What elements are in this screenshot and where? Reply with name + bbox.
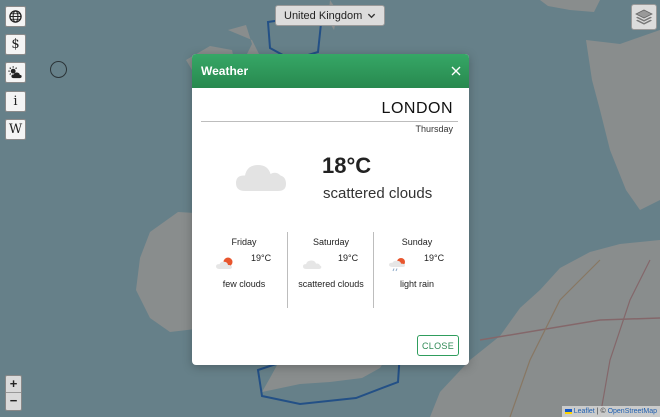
globe-icon xyxy=(9,10,22,23)
modal-header: Weather xyxy=(192,54,469,88)
leaflet-link[interactable]: Leaflet xyxy=(574,408,595,415)
forecast-description: light rain xyxy=(399,279,435,289)
layers-control[interactable] xyxy=(631,4,657,30)
attribution-separator: | © xyxy=(594,408,608,415)
country-select-value: United Kingdom xyxy=(284,9,363,22)
forecast-day: Sunday 19°C light rain xyxy=(373,232,459,308)
today-temperature: 18°C xyxy=(322,153,372,178)
forecast-temperature: 19°C xyxy=(251,253,272,263)
dollar-icon: $ xyxy=(11,37,20,52)
forecast-day-name: Friday xyxy=(231,237,257,247)
currency-button[interactable]: $ xyxy=(5,34,26,55)
zoom-out-button[interactable]: − xyxy=(6,393,21,410)
forecast-temperature: 19°C xyxy=(424,253,445,263)
forecast-day-name: Saturday xyxy=(312,237,350,247)
openstreetmap-link[interactable]: OpenStreetMap xyxy=(608,408,657,415)
forecast-day-name: Sunday xyxy=(401,237,433,247)
wikipedia-button[interactable]: W xyxy=(5,119,26,140)
ukraine-flag-icon xyxy=(564,408,572,414)
info-icon: i xyxy=(13,94,18,109)
zoom-in-button[interactable]: + xyxy=(6,376,21,393)
wikipedia-icon: W xyxy=(8,122,23,137)
close-button[interactable]: CLOSE xyxy=(417,335,459,356)
map-attribution: Leaflet | © OpenStreetMap xyxy=(561,406,660,417)
layers-icon xyxy=(635,9,653,25)
divider xyxy=(201,121,458,122)
forecast-temperature: 19°C xyxy=(338,253,359,263)
today-day: Thursday xyxy=(415,124,453,134)
cloud-icon xyxy=(236,165,286,191)
forecast-day: Friday 19°C few clouds xyxy=(201,232,287,308)
map-location-marker[interactable] xyxy=(50,61,67,78)
forecast-list: Friday 19°C few clouds Saturday 19°C sca… xyxy=(201,232,460,308)
chevron-down-icon xyxy=(367,13,376,19)
forecast-description: scattered clouds xyxy=(298,279,364,289)
zoom-control: + − xyxy=(5,375,22,411)
country-select[interactable]: United Kingdom xyxy=(275,5,385,26)
modal-title: Weather xyxy=(201,64,249,78)
sun-cloud-icon xyxy=(216,257,233,269)
close-icon[interactable] xyxy=(451,66,461,76)
info-button[interactable]: i xyxy=(5,91,26,112)
forecast-day: Saturday 19°C scattered clouds xyxy=(287,232,373,308)
city-name: LONDON xyxy=(381,100,453,117)
cloud-icon xyxy=(303,260,322,269)
globe-button[interactable] xyxy=(5,6,26,27)
rain-icon xyxy=(389,258,405,272)
today-description: scattered clouds xyxy=(323,185,433,202)
forecast-description: few clouds xyxy=(222,279,266,289)
weather-modal: Weather LONDON Thursday 18°C scattered c… xyxy=(192,54,469,365)
weather-button[interactable] xyxy=(5,62,26,83)
weather-icon xyxy=(8,66,22,79)
